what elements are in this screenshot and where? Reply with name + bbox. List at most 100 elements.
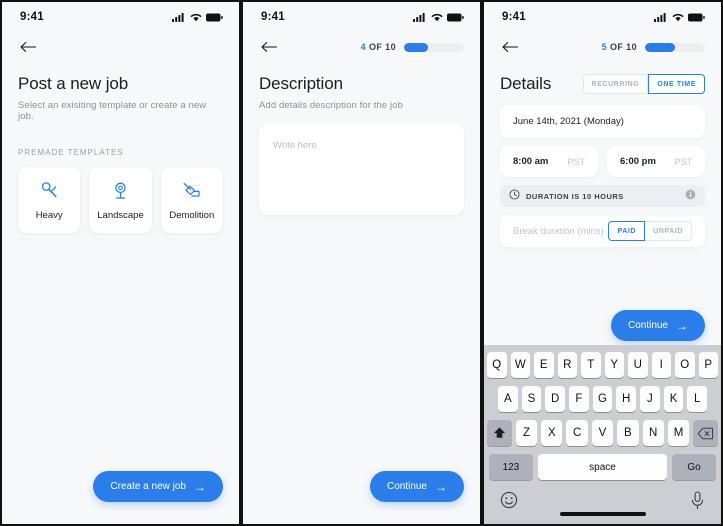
description-input[interactable]: Write here bbox=[259, 123, 464, 215]
key-l[interactable]: L bbox=[687, 386, 708, 412]
key-u[interactable]: U bbox=[628, 352, 648, 378]
arrow-right-icon: → bbox=[676, 318, 688, 333]
key-f[interactable]: F bbox=[569, 386, 589, 412]
end-time-field[interactable]: 6:00 pm PST bbox=[607, 146, 705, 177]
start-time-field[interactable]: 8:00 am PST bbox=[500, 146, 598, 177]
status-bar-time: 9:41 bbox=[20, 11, 44, 23]
template-card-demolition[interactable]: Demolition bbox=[160, 167, 223, 233]
nav-row: 5 OF 10 bbox=[484, 32, 721, 62]
key-k[interactable]: K bbox=[663, 386, 684, 412]
cellular-signal-icon bbox=[654, 12, 668, 22]
break-duration-field[interactable]: Break duration (mins) PAID UNPAID bbox=[500, 215, 705, 247]
segment-paid[interactable]: PAID bbox=[608, 221, 646, 241]
battery-icon bbox=[688, 13, 705, 22]
key-h[interactable]: H bbox=[616, 386, 637, 412]
key-z[interactable]: Z bbox=[515, 420, 538, 446]
key-v[interactable]: V bbox=[591, 420, 614, 446]
duration-banner: DURATION IS 10 HOURS bbox=[500, 185, 705, 207]
page-title: Description bbox=[259, 74, 343, 93]
space-key[interactable]: space bbox=[537, 454, 668, 480]
break-pay-segmented-control: PAID UNPAID bbox=[608, 221, 692, 241]
step-of-total: OF 10 bbox=[609, 42, 637, 52]
continue-button[interactable]: Continue → bbox=[610, 310, 705, 341]
key-x[interactable]: X bbox=[541, 420, 563, 446]
panel1-content: Post a new job Select an exisiting templ… bbox=[2, 74, 239, 233]
three-panel-screenshot: 9:41 Post a new job Select an exisiting … bbox=[0, 0, 723, 526]
keyboard-row-1: QWERTYUIOP bbox=[487, 352, 718, 378]
key-e[interactable]: E bbox=[534, 352, 554, 378]
step-indicator-label: 5 OF 10 bbox=[602, 42, 637, 52]
continue-button[interactable]: Continue → bbox=[369, 471, 464, 502]
keyboard-row-3-letters: ZXCVBNM bbox=[515, 420, 690, 446]
key-d[interactable]: D bbox=[545, 386, 565, 412]
key-o[interactable]: O bbox=[675, 352, 695, 378]
keyboard-row-4: 123 space Go bbox=[487, 454, 718, 480]
panel3-content: Details RECURRING ONE TIME June 14th, 20… bbox=[484, 74, 721, 247]
emoji-icon[interactable] bbox=[500, 491, 518, 514]
info-icon[interactable] bbox=[685, 187, 696, 205]
keyboard-row-3: ZXCVBNM bbox=[487, 420, 718, 446]
microphone-icon[interactable] bbox=[690, 491, 705, 515]
shift-icon[interactable] bbox=[487, 420, 512, 446]
battery-icon bbox=[206, 13, 223, 22]
key-s[interactable]: S bbox=[521, 386, 542, 412]
create-a-new-job-button[interactable]: Create a new job → bbox=[93, 471, 223, 502]
key-j[interactable]: J bbox=[640, 386, 660, 412]
key-a[interactable]: A bbox=[497, 386, 518, 412]
page-subtitle: Select an exisiting template or create a… bbox=[18, 100, 207, 122]
key-c[interactable]: C bbox=[566, 420, 588, 446]
template-card-list: Heavy Landscape Demolition bbox=[18, 167, 223, 233]
template-label: Landscape bbox=[97, 210, 144, 221]
template-card-heavy[interactable]: Heavy bbox=[18, 167, 81, 233]
key-g[interactable]: G bbox=[592, 386, 613, 412]
back-arrow-icon[interactable] bbox=[259, 37, 279, 57]
nav-row: 4 OF 10 bbox=[243, 32, 480, 62]
go-key[interactable]: Go bbox=[672, 454, 716, 480]
page-title: Post a new job bbox=[18, 74, 129, 93]
cellular-signal-icon bbox=[172, 12, 186, 22]
template-label: Demolition bbox=[169, 210, 215, 221]
tree-icon bbox=[109, 179, 131, 201]
step-indicator-label: 4 OF 10 bbox=[361, 42, 396, 52]
duration-banner-left: DURATION IS 10 HOURS bbox=[509, 187, 624, 205]
wifi-icon bbox=[431, 12, 443, 22]
numbers-key[interactable]: 123 bbox=[489, 454, 533, 480]
progress-bar-fill bbox=[404, 42, 428, 52]
backspace-icon[interactable] bbox=[693, 420, 718, 446]
status-bar-icons bbox=[172, 12, 223, 22]
template-card-landscape[interactable]: Landscape bbox=[89, 167, 152, 233]
hammer-icon bbox=[38, 179, 60, 201]
panel3-cta-row: Continue → bbox=[484, 310, 721, 341]
key-t[interactable]: T bbox=[581, 352, 601, 378]
back-arrow-icon[interactable] bbox=[500, 37, 520, 57]
key-y[interactable]: Y bbox=[604, 352, 624, 378]
key-w[interactable]: W bbox=[510, 352, 530, 378]
segment-one-time[interactable]: ONE TIME bbox=[648, 74, 705, 94]
time-field-row: 8:00 am PST 6:00 pm PST bbox=[500, 146, 705, 177]
section-label-premade-templates: PREMADE TEMPLATES bbox=[18, 148, 124, 157]
key-q[interactable]: Q bbox=[487, 352, 507, 378]
cellular-signal-icon bbox=[413, 12, 427, 22]
key-n[interactable]: N bbox=[642, 420, 664, 446]
start-time-value: 8:00 am bbox=[513, 156, 549, 167]
duration-text: DURATION IS 10 HOURS bbox=[526, 191, 624, 201]
page-title: Details bbox=[500, 74, 552, 93]
status-bar-icons bbox=[654, 12, 705, 22]
panel2-content: Description Add details description for … bbox=[243, 74, 480, 215]
end-time-timezone: PST bbox=[674, 156, 692, 167]
break-duration-placeholder: Break duration (mins) bbox=[513, 225, 604, 237]
key-b[interactable]: B bbox=[617, 420, 639, 446]
home-indicator bbox=[559, 512, 646, 516]
segment-recurring[interactable]: RECURRING bbox=[582, 74, 649, 94]
start-time-timezone: PST bbox=[567, 156, 585, 167]
key-r[interactable]: R bbox=[557, 352, 577, 378]
back-arrow-icon[interactable] bbox=[18, 37, 38, 57]
key-m[interactable]: M bbox=[667, 420, 690, 446]
key-i[interactable]: I bbox=[651, 352, 671, 378]
segment-unpaid[interactable]: UNPAID bbox=[645, 221, 692, 241]
clock-icon bbox=[509, 187, 520, 205]
job-type-segmented-control: RECURRING ONE TIME bbox=[582, 74, 705, 94]
keyboard-bottom-row bbox=[487, 488, 718, 524]
key-p[interactable]: P bbox=[698, 352, 718, 378]
date-field[interactable]: June 14th, 2021 (Monday) bbox=[500, 105, 705, 138]
